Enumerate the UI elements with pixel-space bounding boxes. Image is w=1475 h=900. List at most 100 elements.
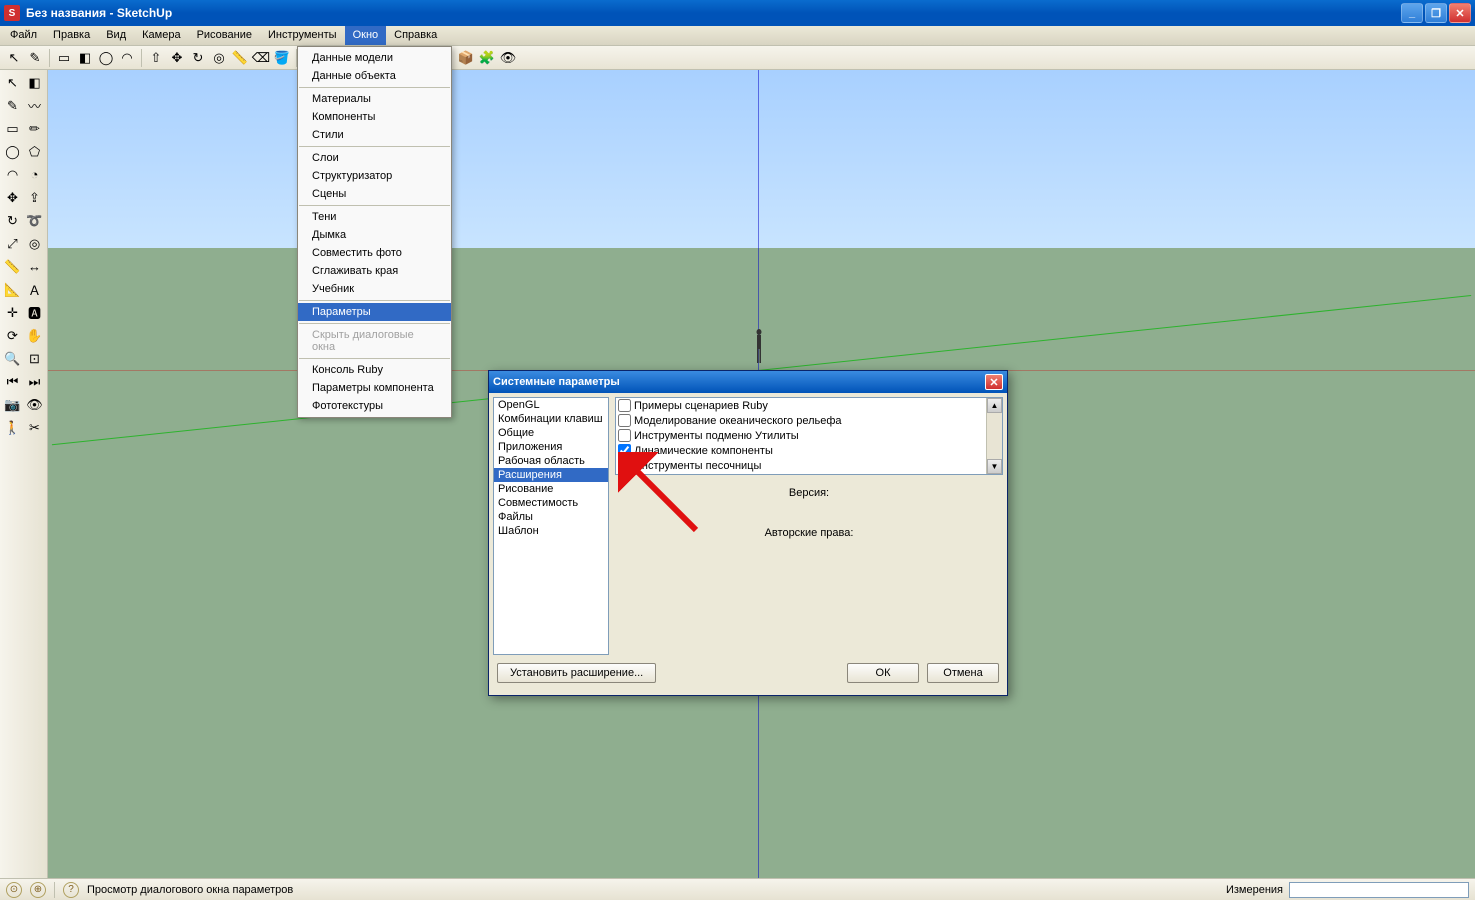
menu-item-стили[interactable]: Стили	[298, 126, 451, 144]
menu-item-компоненты[interactable]: Компоненты	[298, 108, 451, 126]
zoomwin-icon[interactable]: ⊡	[24, 348, 45, 369]
measurements-input[interactable]	[1289, 882, 1469, 898]
menu-edit[interactable]: Правка	[45, 26, 98, 45]
walk-icon[interactable]: 🚶	[2, 417, 23, 438]
orbit-icon[interactable]: ⟳	[2, 325, 23, 346]
rect-icon[interactable]: ▭	[2, 118, 23, 139]
category-рабочая область[interactable]: Рабочая область	[494, 454, 608, 468]
categories-list[interactable]: OpenGLКомбинации клавишОбщиеПриложенияРа…	[493, 397, 609, 655]
followme-icon[interactable]: ➰	[24, 210, 45, 231]
category-файлы[interactable]: Файлы	[494, 510, 608, 524]
menu-item-структуризатор[interactable]: Структуризатор	[298, 167, 451, 185]
rotate-icon[interactable]: ↻	[188, 48, 208, 68]
category-приложения[interactable]: Приложения	[494, 440, 608, 454]
extension-checkbox[interactable]	[618, 414, 631, 427]
close-button[interactable]: ✕	[1449, 3, 1471, 23]
pushpull-icon[interactable]: ⇪	[24, 187, 45, 208]
prev-icon[interactable]: ⏮	[2, 371, 23, 392]
menu-item-совместить-фото[interactable]: Совместить фото	[298, 244, 451, 262]
dialog-titlebar[interactable]: Системные параметры ✕	[489, 371, 1007, 393]
extension-row[interactable]: Моделирование океанического рельефа	[616, 413, 1002, 428]
status-icon-2[interactable]: ⊕	[30, 882, 46, 898]
offset-icon[interactable]: ◎	[209, 48, 229, 68]
menu-item-материалы[interactable]: Материалы	[298, 90, 451, 108]
scroll-up-icon[interactable]: ▲	[987, 398, 1002, 413]
dimension-icon[interactable]: ↔	[24, 256, 45, 277]
pencil-icon[interactable]: ✏	[24, 118, 45, 139]
scrollbar[interactable]: ▲ ▼	[986, 398, 1002, 474]
3dtext-icon[interactable]: 🅰	[24, 302, 45, 323]
menu-file[interactable]: Файл	[2, 26, 45, 45]
polygon-icon[interactable]: ⬠	[24, 141, 45, 162]
position-camera-icon[interactable]: 📷	[2, 394, 23, 415]
menu-item-фототекстуры[interactable]: Фототекстуры	[298, 397, 451, 415]
section-icon[interactable]: ✂	[24, 417, 45, 438]
menu-item-дымка[interactable]: Дымка	[298, 226, 451, 244]
minimize-button[interactable]: _	[1401, 3, 1423, 23]
select-icon[interactable]: ↖	[4, 48, 24, 68]
extension-row[interactable]: Инструменты подменю Утилиты	[616, 428, 1002, 443]
menu-item-данные-модели[interactable]: Данные модели	[298, 49, 451, 67]
menu-item-учебник[interactable]: Учебник	[298, 280, 451, 298]
menu-item-сглаживать-края[interactable]: Сглаживать края	[298, 262, 451, 280]
square-icon[interactable]: ◧	[75, 48, 95, 68]
component-icon[interactable]: 🧩	[477, 48, 497, 68]
menu-item-тени[interactable]: Тени	[298, 208, 451, 226]
zoom-icon[interactable]: 🔍	[2, 348, 23, 369]
eraser-icon[interactable]: ◧	[24, 72, 45, 93]
look-around-icon[interactable]: 👁	[24, 394, 45, 415]
freehand-icon[interactable]: 〰	[24, 95, 45, 116]
status-icon-1[interactable]: ⊙	[6, 882, 22, 898]
extension-row[interactable]: Примеры сценариев Ruby	[616, 398, 1002, 413]
rectangle-icon[interactable]: ▭	[54, 48, 74, 68]
ok-button[interactable]: ОК	[847, 663, 919, 683]
circle-icon[interactable]: ◯	[2, 141, 23, 162]
menu-item-консоль-ruby[interactable]: Консоль Ruby	[298, 361, 451, 379]
maximize-button[interactable]: ❐	[1425, 3, 1447, 23]
menu-draw[interactable]: Рисование	[189, 26, 260, 45]
axes-icon[interactable]: ✛	[2, 302, 23, 323]
pie-icon[interactable]: ◔	[24, 164, 45, 185]
arc-icon[interactable]: ◠	[2, 164, 23, 185]
menu-help[interactable]: Справка	[386, 26, 445, 45]
select-icon[interactable]: ↖	[2, 72, 23, 93]
preview-icon[interactable]: 👁	[498, 48, 518, 68]
menu-item-параметры-компонента[interactable]: Параметры компонента	[298, 379, 451, 397]
extension-checkbox[interactable]	[618, 399, 631, 412]
move-icon[interactable]: ✥	[167, 48, 187, 68]
extension-row[interactable]: Динамические компоненты	[616, 443, 1002, 458]
extension-icon[interactable]: 📦	[456, 48, 476, 68]
menu-item-параметры[interactable]: Параметры	[298, 303, 451, 321]
extension-checkbox[interactable]	[618, 459, 631, 472]
tape-icon[interactable]: 📏	[2, 256, 23, 277]
protractor-icon[interactable]: 📐	[2, 279, 23, 300]
pan-icon[interactable]: ✋	[24, 325, 45, 346]
dialog-close-button[interactable]: ✕	[985, 374, 1003, 390]
paint-icon[interactable]: 🪣	[272, 48, 292, 68]
offset-icon[interactable]: ◎	[24, 233, 45, 254]
menu-item-слои[interactable]: Слои	[298, 149, 451, 167]
menu-view[interactable]: Вид	[98, 26, 134, 45]
menu-item-данные-объекта[interactable]: Данные объекта	[298, 67, 451, 85]
tape-icon[interactable]: 📏	[230, 48, 250, 68]
menu-window[interactable]: Окно	[345, 26, 387, 45]
category-комбинации клавиш[interactable]: Комбинации клавиш	[494, 412, 608, 426]
category-рисование[interactable]: Рисование	[494, 482, 608, 496]
extension-row[interactable]: Инструменты песочницы	[616, 458, 1002, 473]
line-icon[interactable]: ✎	[25, 48, 45, 68]
category-opengl[interactable]: OpenGL	[494, 398, 608, 412]
line-icon[interactable]: ✎	[2, 95, 23, 116]
extensions-list[interactable]: Примеры сценариев RubyМоделирование океа…	[615, 397, 1003, 475]
menu-item-сцены[interactable]: Сцены	[298, 185, 451, 203]
text-icon[interactable]: Ａ	[24, 279, 45, 300]
cancel-button[interactable]: Отмена	[927, 663, 999, 683]
next-icon[interactable]: ⏭	[24, 371, 45, 392]
menu-camera[interactable]: Камера	[134, 26, 188, 45]
extension-checkbox[interactable]	[618, 429, 631, 442]
menu-tools[interactable]: Инструменты	[260, 26, 345, 45]
extension-checkbox[interactable]	[618, 444, 631, 457]
scale-icon[interactable]: ⤢	[2, 233, 23, 254]
eraser-icon[interactable]: ⌫	[251, 48, 271, 68]
category-шаблон[interactable]: Шаблон	[494, 524, 608, 538]
install-extension-button[interactable]: Установить расширение...	[497, 663, 656, 683]
